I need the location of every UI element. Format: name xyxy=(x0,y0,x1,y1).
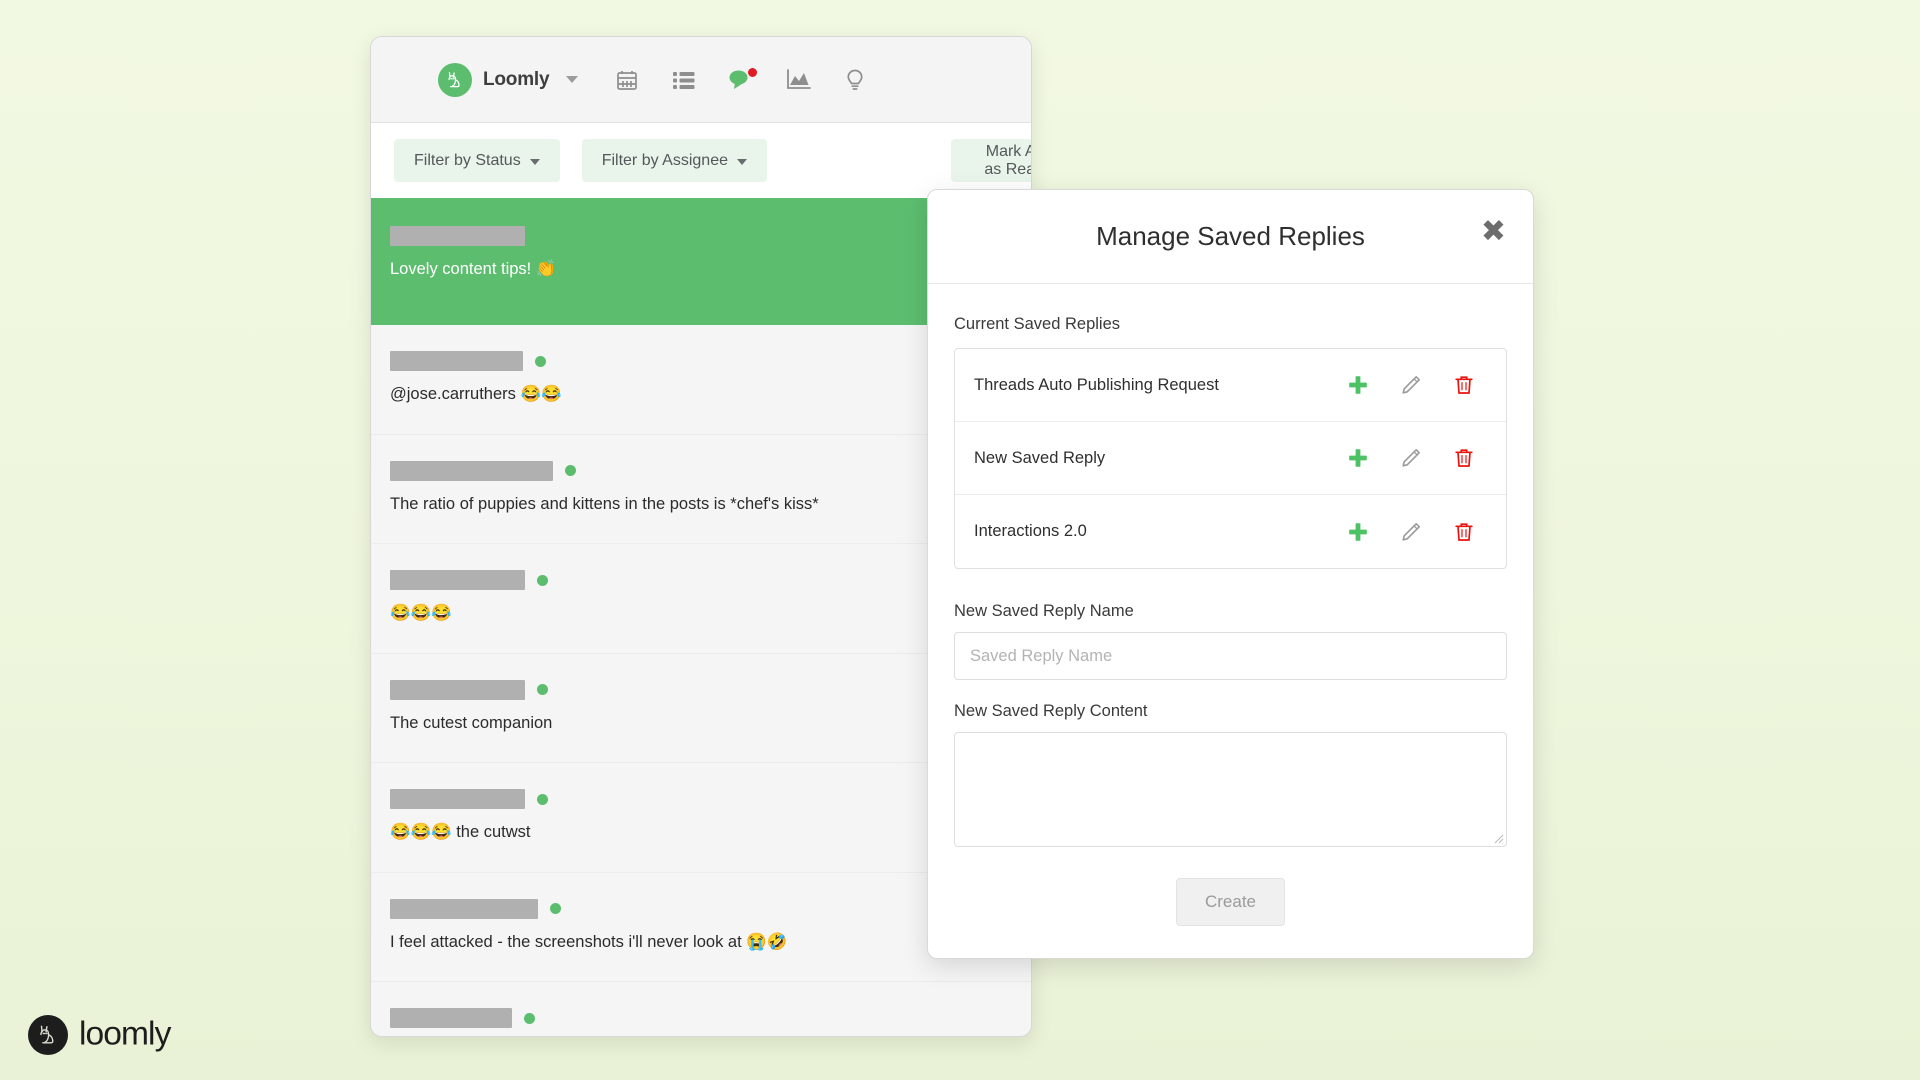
redacted-author-name xyxy=(390,898,538,919)
message-meta xyxy=(390,226,1005,246)
list-icon[interactable] xyxy=(671,67,697,93)
cat-logo-icon xyxy=(438,62,472,97)
message-meta xyxy=(390,351,1005,372)
pencil-icon[interactable] xyxy=(1400,447,1422,469)
redacted-author-name xyxy=(390,351,523,372)
current-saved-replies-label: Current Saved Replies xyxy=(954,315,1120,333)
nav-icons xyxy=(614,66,868,93)
unread-status-dot xyxy=(537,684,548,696)
unread-status-dot xyxy=(537,574,548,586)
saved-reply-row: Threads Auto Publishing Request xyxy=(955,349,1506,422)
chat-icon[interactable] xyxy=(728,66,759,93)
mark-all-as-read-button[interactable]: Mark All as Read xyxy=(950,139,1031,182)
saved-reply-name: Threads Auto Publishing Request xyxy=(974,375,1219,394)
svg-text:loomly: loomly xyxy=(79,1016,172,1052)
trash-icon[interactable] xyxy=(1453,447,1475,469)
loomly-wordmark: loomly xyxy=(79,1016,173,1052)
new-saved-reply-name-input[interactable] xyxy=(954,632,1507,680)
message-meta xyxy=(390,460,1005,481)
new-saved-reply-content-label: New Saved Reply Content xyxy=(954,702,1148,720)
new-saved-reply-content-textarea[interactable] xyxy=(954,732,1507,847)
filter-by-status-button[interactable]: Filter by Status xyxy=(394,139,560,182)
filter-by-assignee-label: Filter by Assignee xyxy=(601,151,728,169)
calendar-icon[interactable] xyxy=(614,67,640,93)
message-meta xyxy=(390,1008,1005,1029)
redacted-author-name xyxy=(390,679,525,700)
pencil-icon[interactable] xyxy=(1400,374,1422,396)
message-text: Lovely content tips! 👏 xyxy=(390,260,557,278)
message-meta xyxy=(390,679,1005,700)
mark-all-as-read-split-button: Mark All as Read xyxy=(950,139,1031,182)
message-item[interactable]: This is the best post I've ever seen.... xyxy=(371,982,1031,1036)
saved-reply-name: Interactions 2.0 xyxy=(974,522,1087,540)
saved-reply-actions xyxy=(1347,374,1475,396)
chevron-down-icon xyxy=(736,159,747,165)
modal-body: Current Saved Replies Threads Auto Publi… xyxy=(928,284,1533,926)
unread-status-dot xyxy=(537,793,548,805)
unread-badge xyxy=(747,66,759,78)
chart-icon[interactable] xyxy=(785,67,811,93)
message-meta xyxy=(390,570,1005,591)
filter-toolbar: Filter by Status Filter by Assignee Mark… xyxy=(371,123,1031,198)
message-text: The ratio of puppies and kittens in the … xyxy=(390,494,819,513)
filter-by-assignee-button[interactable]: Filter by Assignee xyxy=(581,139,767,182)
modal-header: Manage Saved Replies ✖ xyxy=(928,190,1533,284)
message-text: I feel attacked - the screenshots i'll n… xyxy=(390,932,788,951)
new-saved-reply-content-wrap xyxy=(954,732,1507,847)
brand[interactable]: Loomly xyxy=(438,62,579,97)
chevron-down-icon xyxy=(529,159,540,165)
saved-reply-row: New Saved Reply xyxy=(955,422,1506,495)
plus-icon[interactable] xyxy=(1347,521,1369,543)
plus-icon[interactable] xyxy=(1347,447,1369,469)
close-icon[interactable]: ✖ xyxy=(1481,217,1506,247)
trash-icon[interactable] xyxy=(1453,374,1475,396)
message-text: 😂😂😂 xyxy=(390,604,452,623)
message-meta xyxy=(390,789,1005,810)
brand-name: Loomly xyxy=(483,68,550,90)
unread-status-dot xyxy=(565,465,576,477)
redacted-author-name xyxy=(390,226,525,246)
new-saved-reply-name-label: New Saved Reply Name xyxy=(954,602,1134,620)
create-button[interactable]: Create xyxy=(1175,878,1286,926)
saved-reply-actions xyxy=(1347,521,1475,543)
app-header: Loomly xyxy=(371,37,1031,123)
pencil-icon[interactable] xyxy=(1400,521,1422,543)
cat-logo-icon xyxy=(28,1015,68,1055)
message-text: 😂😂😂 the cutwst xyxy=(390,823,531,842)
modal-footer: Create xyxy=(954,878,1507,926)
chevron-down-icon[interactable] xyxy=(566,76,579,83)
redacted-author-name xyxy=(390,1008,512,1029)
redacted-author-name xyxy=(390,570,525,591)
filter-by-status-label: Filter by Status xyxy=(414,151,521,169)
plus-icon[interactable] xyxy=(1347,374,1369,396)
unread-status-dot xyxy=(535,355,546,367)
footer-brand: loomly xyxy=(28,1015,219,1055)
lightbulb-icon[interactable] xyxy=(842,67,868,93)
message-text: @jose.carruthers 😂😂 xyxy=(390,385,562,404)
saved-reply-row: Interactions 2.0 xyxy=(955,495,1506,568)
unread-status-dot xyxy=(550,903,561,915)
manage-saved-replies-modal: Manage Saved Replies ✖ Current Saved Rep… xyxy=(927,189,1534,959)
unread-status-dot xyxy=(524,1012,535,1024)
redacted-author-name xyxy=(390,789,525,810)
modal-title: Manage Saved Replies xyxy=(1096,221,1365,251)
saved-reply-actions xyxy=(1347,447,1475,469)
saved-reply-name: New Saved Reply xyxy=(974,448,1106,467)
message-meta xyxy=(390,898,1005,919)
message-text: The cutest companion xyxy=(390,713,553,732)
redacted-author-name xyxy=(390,460,553,481)
saved-replies-list: Threads Auto Publishing Request New Saved… xyxy=(954,348,1507,569)
trash-icon[interactable] xyxy=(1453,521,1475,543)
